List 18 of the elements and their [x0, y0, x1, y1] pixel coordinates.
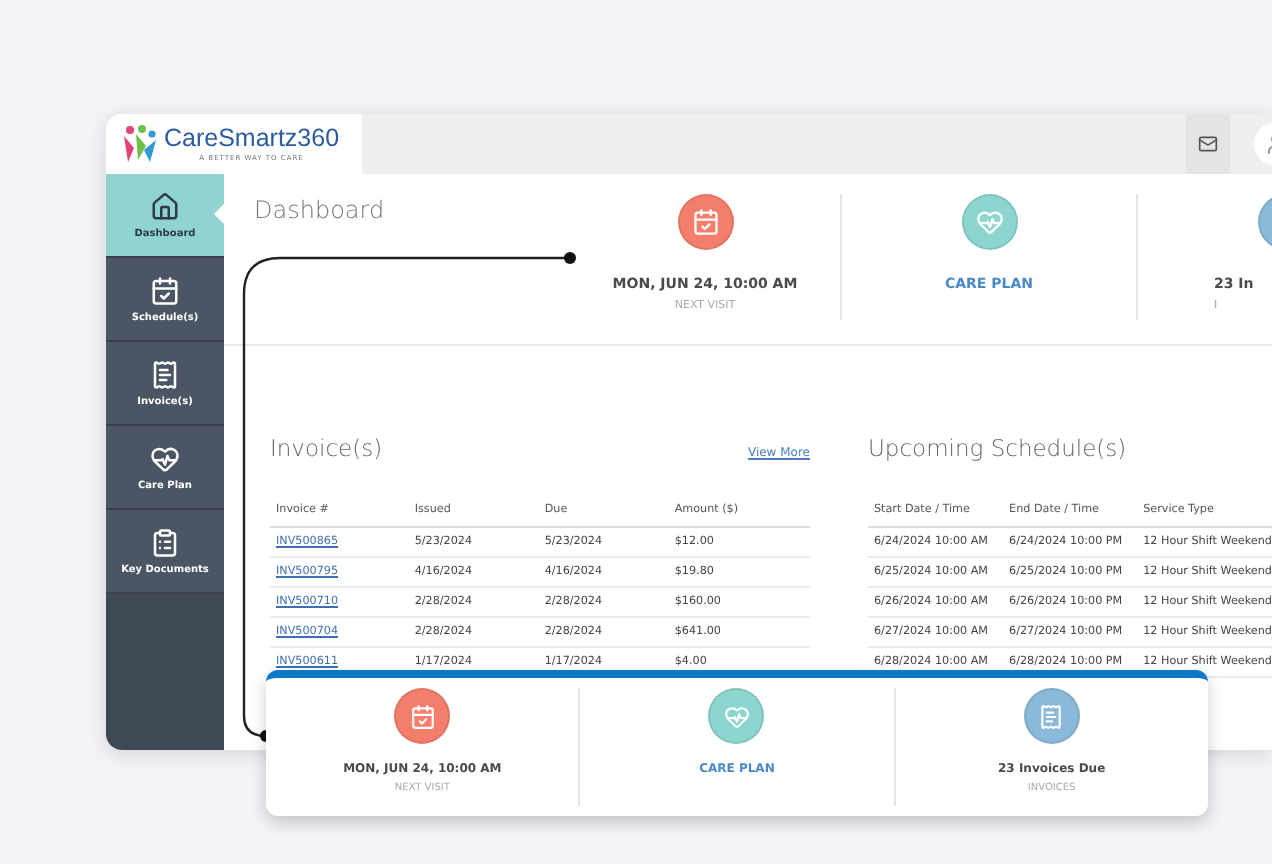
calendar-check-icon: [409, 703, 436, 729]
heart-pulse-icon: [975, 208, 1003, 236]
calendar-check-icon: [150, 275, 180, 305]
clipboard-icon: [150, 527, 180, 557]
mail-button[interactable]: [1186, 114, 1230, 174]
heart-pulse-icon: [723, 703, 750, 729]
active-pointer: [214, 204, 224, 224]
receipt-icon: [1038, 703, 1065, 729]
logo-wordmark: CareSmartz360: [164, 125, 340, 151]
heart-pulse-icon: [150, 443, 180, 473]
calendar-check-icon: [691, 208, 719, 236]
section-title: Invoice(s): [270, 434, 383, 462]
people-logo-icon: [122, 124, 158, 164]
mail-icon: [1198, 134, 1218, 154]
house-icon: [150, 191, 180, 221]
receipt-icon: [150, 359, 180, 389]
section-title: Upcoming Schedule(s): [868, 434, 1127, 462]
page-title: Dashboard: [252, 194, 387, 228]
